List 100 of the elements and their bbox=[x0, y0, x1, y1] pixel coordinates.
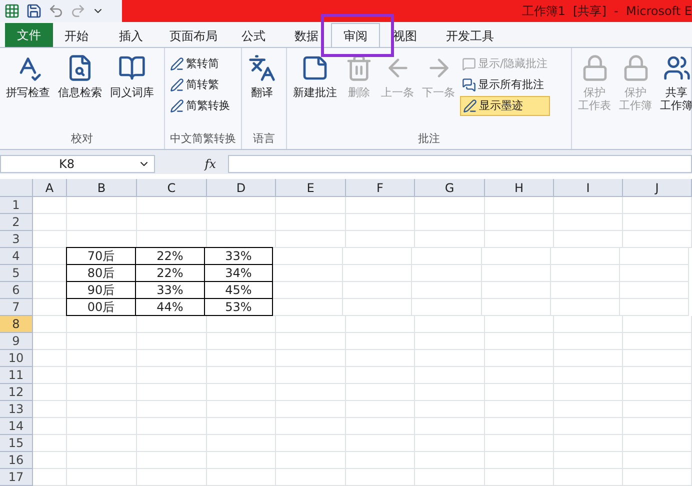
grid-cell[interactable] bbox=[412, 248, 482, 265]
row-header[interactable]: 11 bbox=[0, 367, 33, 384]
row-header[interactable]: 1 bbox=[0, 197, 33, 214]
row-header[interactable]: 8 bbox=[0, 316, 33, 333]
grid-cell[interactable] bbox=[33, 350, 67, 367]
save-icon[interactable] bbox=[26, 3, 42, 19]
grid-cell[interactable] bbox=[33, 214, 67, 231]
column-header[interactable]: G bbox=[415, 179, 485, 196]
formula-field[interactable] bbox=[228, 154, 692, 172]
grid-cell[interactable] bbox=[623, 197, 692, 214]
grid-cell[interactable] bbox=[67, 435, 137, 452]
grid-cell[interactable] bbox=[623, 350, 692, 367]
row-header[interactable]: 7 bbox=[0, 299, 33, 316]
grid-cell[interactable] bbox=[137, 197, 207, 214]
grid-cell[interactable] bbox=[415, 316, 485, 333]
grid-cell[interactable] bbox=[276, 418, 346, 435]
grid-cell[interactable] bbox=[485, 418, 554, 435]
column-header[interactable]: H bbox=[485, 179, 554, 196]
ribbon-button[interactable]: 翻译 bbox=[245, 50, 279, 131]
column-header[interactable]: A bbox=[33, 179, 67, 196]
grid-cell[interactable] bbox=[137, 367, 207, 384]
grid-cell[interactable] bbox=[33, 418, 67, 435]
grid-cell[interactable] bbox=[273, 299, 343, 316]
grid-cell[interactable] bbox=[554, 418, 623, 435]
grid-cell[interactable] bbox=[137, 401, 207, 418]
grid-cell[interactable] bbox=[343, 265, 412, 282]
grid-cell[interactable] bbox=[137, 469, 207, 486]
grid-cell[interactable] bbox=[554, 435, 623, 452]
row-header[interactable]: 12 bbox=[0, 384, 33, 401]
grid-cell[interactable] bbox=[137, 435, 207, 452]
grid-cell[interactable] bbox=[620, 299, 689, 316]
ribbon-button[interactable]: 简转繁 bbox=[168, 75, 232, 95]
grid-cell[interactable] bbox=[276, 367, 346, 384]
grid-cell[interactable] bbox=[276, 214, 346, 231]
grid-cell[interactable] bbox=[623, 418, 692, 435]
column-header[interactable]: C bbox=[137, 179, 207, 196]
grid-cell[interactable] bbox=[67, 214, 137, 231]
grid-cell[interactable] bbox=[485, 231, 554, 248]
grid-cell[interactable] bbox=[485, 384, 554, 401]
grid-cell[interactable] bbox=[207, 418, 276, 435]
grid-cell[interactable] bbox=[346, 435, 415, 452]
grid-cell[interactable] bbox=[346, 231, 415, 248]
ribbon-button[interactable]: 拼写检查 bbox=[3, 50, 53, 131]
grid-cell[interactable] bbox=[554, 316, 623, 333]
grid-cell[interactable] bbox=[551, 248, 620, 265]
grid-cell[interactable] bbox=[276, 316, 346, 333]
grid-cell[interactable] bbox=[346, 401, 415, 418]
grid-cell[interactable] bbox=[485, 197, 554, 214]
grid-cell[interactable] bbox=[554, 214, 623, 231]
row-header[interactable]: 3 bbox=[0, 231, 33, 248]
grid-cell[interactable] bbox=[276, 452, 346, 469]
grid-cell[interactable] bbox=[276, 197, 346, 214]
grid-cell[interactable] bbox=[273, 282, 343, 299]
ribbon-button[interactable]: 简繁转换 bbox=[168, 96, 232, 116]
grid-cell[interactable] bbox=[276, 435, 346, 452]
grid-cell[interactable] bbox=[137, 384, 207, 401]
grid-cell[interactable] bbox=[415, 333, 485, 350]
grid-cell[interactable] bbox=[276, 350, 346, 367]
grid-cell[interactable] bbox=[343, 282, 412, 299]
grid-cell[interactable] bbox=[623, 469, 692, 486]
grid-cell[interactable] bbox=[623, 231, 692, 248]
grid-cell[interactable] bbox=[207, 435, 276, 452]
grid-cell[interactable] bbox=[623, 316, 692, 333]
grid-cell[interactable] bbox=[346, 367, 415, 384]
column-header[interactable]: J bbox=[623, 179, 692, 196]
grid-cell[interactable] bbox=[623, 435, 692, 452]
grid-cell[interactable] bbox=[415, 384, 485, 401]
grid-cell[interactable] bbox=[207, 367, 276, 384]
row-header[interactable]: 10 bbox=[0, 350, 33, 367]
grid-cell[interactable] bbox=[485, 214, 554, 231]
row-header[interactable]: 6 bbox=[0, 282, 33, 299]
grid-cell[interactable] bbox=[346, 197, 415, 214]
grid-cell[interactable] bbox=[482, 299, 551, 316]
grid-cell[interactable] bbox=[207, 214, 276, 231]
grid-cell[interactable] bbox=[273, 248, 343, 265]
grid-cell[interactable] bbox=[623, 333, 692, 350]
grid-cell[interactable] bbox=[554, 197, 623, 214]
ribbon-tab[interactable]: 视图 bbox=[380, 25, 430, 47]
ribbon-tab[interactable]: 开始 bbox=[53, 25, 100, 47]
grid-cell[interactable] bbox=[554, 231, 623, 248]
ribbon-tab[interactable]: 数据 bbox=[282, 25, 331, 47]
grid-cell[interactable] bbox=[67, 350, 137, 367]
grid-cell[interactable] bbox=[412, 265, 482, 282]
grid-cell[interactable] bbox=[623, 401, 692, 418]
row-header[interactable]: 17 bbox=[0, 469, 33, 486]
grid-cell[interactable] bbox=[415, 367, 485, 384]
ribbon-tab[interactable]: 开发工具 bbox=[430, 25, 510, 47]
grid-cell[interactable] bbox=[67, 316, 137, 333]
grid-cell[interactable] bbox=[415, 435, 485, 452]
column-header[interactable]: I bbox=[554, 179, 623, 196]
grid-cell[interactable] bbox=[485, 350, 554, 367]
grid-cell[interactable] bbox=[415, 197, 485, 214]
grid-cell[interactable] bbox=[346, 350, 415, 367]
grid-cell[interactable] bbox=[554, 350, 623, 367]
grid-cell[interactable] bbox=[137, 214, 207, 231]
grid-cell[interactable] bbox=[137, 333, 207, 350]
app-icon[interactable] bbox=[4, 3, 20, 19]
grid-cell[interactable] bbox=[276, 231, 346, 248]
grid-cell[interactable] bbox=[33, 367, 67, 384]
grid-cell[interactable] bbox=[67, 333, 137, 350]
